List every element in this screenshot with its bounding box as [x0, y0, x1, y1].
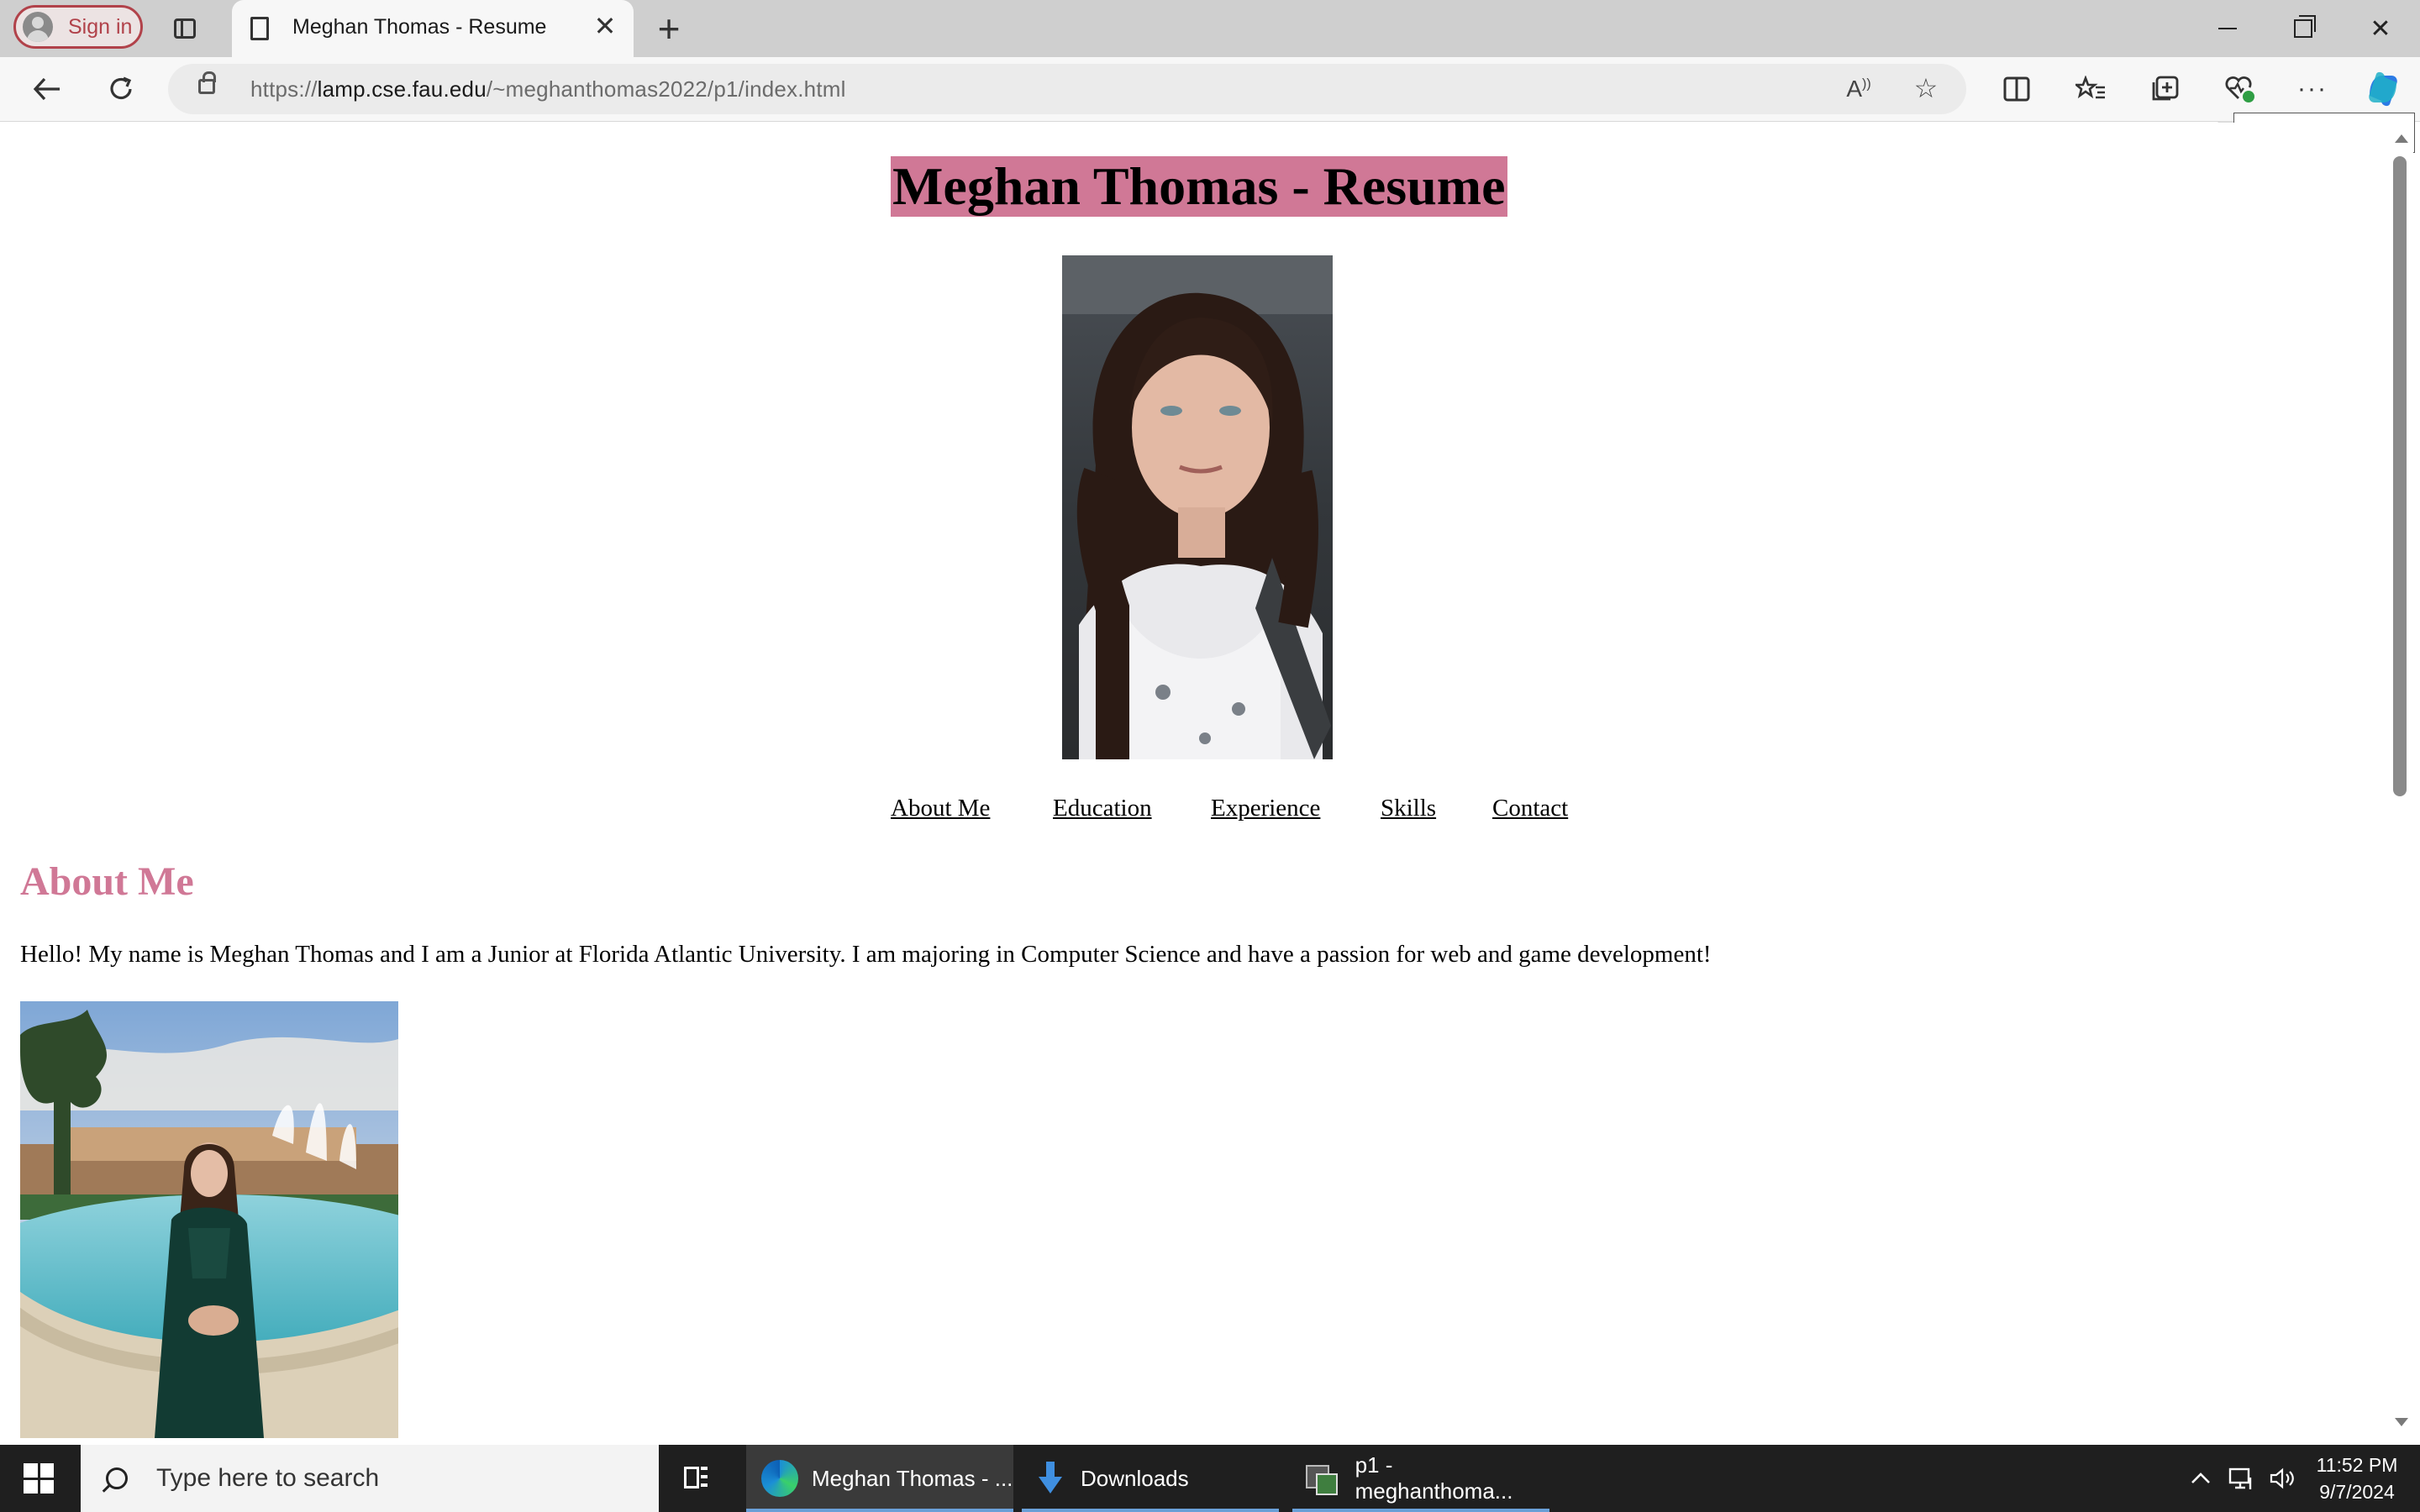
taskbar-item-ssh[interactable]: p1 - meghanthoma... — [1292, 1445, 1549, 1512]
url-field[interactable]: https://lamp.cse.fau.edu/~meghanthomas20… — [250, 76, 846, 102]
taskbar-item-label: p1 - meghanthoma... — [1355, 1452, 1513, 1504]
tab-actions-icon[interactable] — [168, 13, 202, 44]
restore-icon[interactable] — [2265, 0, 2341, 57]
sign-in-button[interactable]: Sign in — [13, 5, 143, 49]
more-options-icon[interactable]: ··· — [2289, 67, 2336, 111]
fountain-photo — [20, 1001, 398, 1438]
back-icon[interactable] — [24, 67, 71, 111]
clock-time: 11:52 PM — [2316, 1454, 2398, 1476]
download-folder-icon — [1039, 1462, 1062, 1495]
task-view-icon[interactable] — [681, 1463, 711, 1494]
section-nav: About Me Education Experience Skills Con… — [7, 795, 2386, 828]
read-aloud-icon[interactable]: A)) — [1840, 76, 1877, 102]
system-clock[interactable]: 11:52 PM 9/7/2024 — [2302, 1452, 2412, 1505]
network-icon[interactable] — [2228, 1445, 2257, 1512]
terminal-icon — [1306, 1462, 1339, 1495]
split-screen-icon[interactable] — [1993, 67, 2040, 111]
nav-link-experience[interactable]: Experience — [1211, 795, 1320, 822]
edge-icon — [761, 1460, 798, 1497]
taskbar-item-label: Downloads — [1081, 1465, 1189, 1491]
taskbar: Type here to search Meghan Thomas - ... … — [0, 1445, 2420, 1512]
lock-icon[interactable] — [198, 71, 216, 94]
copilot-icon[interactable] — [2360, 67, 2407, 111]
taskbar-search[interactable]: Type here to search — [81, 1445, 659, 1512]
windows-start-icon[interactable] — [24, 1463, 54, 1494]
scroll-down-icon[interactable] — [2395, 1418, 2408, 1426]
page-icon — [250, 17, 269, 40]
nav-link-about-me[interactable]: About Me — [891, 795, 990, 822]
favorites-icon[interactable] — [2067, 67, 2114, 111]
about-me-heading: About Me — [20, 859, 194, 904]
page-viewport: Meghan Thomas - Resume About Me Educatio… — [7, 123, 2386, 1438]
clock-date: 9/7/2024 — [2319, 1481, 2395, 1503]
about-me-text: Hello! My name is Meghan Thomas and I am… — [20, 941, 1712, 968]
nav-link-education[interactable]: Education — [1053, 795, 1152, 822]
page-scrollbar[interactable] — [2386, 123, 2413, 1438]
minimize-icon[interactable] — [2190, 0, 2265, 57]
avatar-icon — [23, 12, 53, 42]
browser-essentials-icon[interactable] — [2217, 67, 2264, 111]
toolbar: https://lamp.cse.fau.edu/~meghanthomas20… — [0, 57, 2420, 171]
tab-close-icon[interactable]: ✕ — [588, 10, 622, 42]
tab-title: Meghan Thomas - Resume — [292, 15, 547, 39]
volume-icon[interactable] — [2269, 1445, 2297, 1512]
search-icon — [106, 1467, 128, 1489]
taskbar-item-downloads[interactable]: Downloads — [1022, 1445, 1279, 1512]
window-close-icon[interactable]: ✕ — [2343, 0, 2418, 57]
search-placeholder: Type here to search — [156, 1464, 380, 1492]
refresh-icon[interactable] — [97, 67, 145, 111]
collections-icon[interactable] — [2141, 67, 2188, 111]
tab-strip: Sign in Meghan Thomas - Resume ✕ + ✕ — [0, 0, 2420, 57]
nav-link-contact[interactable]: Contact — [1492, 795, 1568, 822]
tab-active[interactable]: Meghan Thomas - Resume ✕ — [232, 0, 634, 57]
profile-photo — [1062, 255, 1333, 759]
favorite-star-icon[interactable]: ☆ — [1907, 72, 1944, 104]
nav-link-skills[interactable]: Skills — [1381, 795, 1436, 822]
page-title: Meghan Thomas - Resume — [891, 156, 1507, 217]
scroll-up-icon[interactable] — [2395, 134, 2408, 143]
scroll-thumb[interactable] — [2393, 156, 2407, 796]
show-hidden-icons-icon[interactable] — [2190, 1445, 2212, 1512]
new-tab-icon[interactable]: + — [652, 5, 686, 52]
sign-in-label: Sign in — [68, 14, 133, 39]
taskbar-item-label: Meghan Thomas - ... — [812, 1465, 1013, 1491]
address-bar[interactable]: https://lamp.cse.fau.edu/~meghanthomas20… — [168, 64, 1966, 114]
taskbar-item-edge[interactable]: Meghan Thomas - ... — [746, 1445, 1013, 1512]
